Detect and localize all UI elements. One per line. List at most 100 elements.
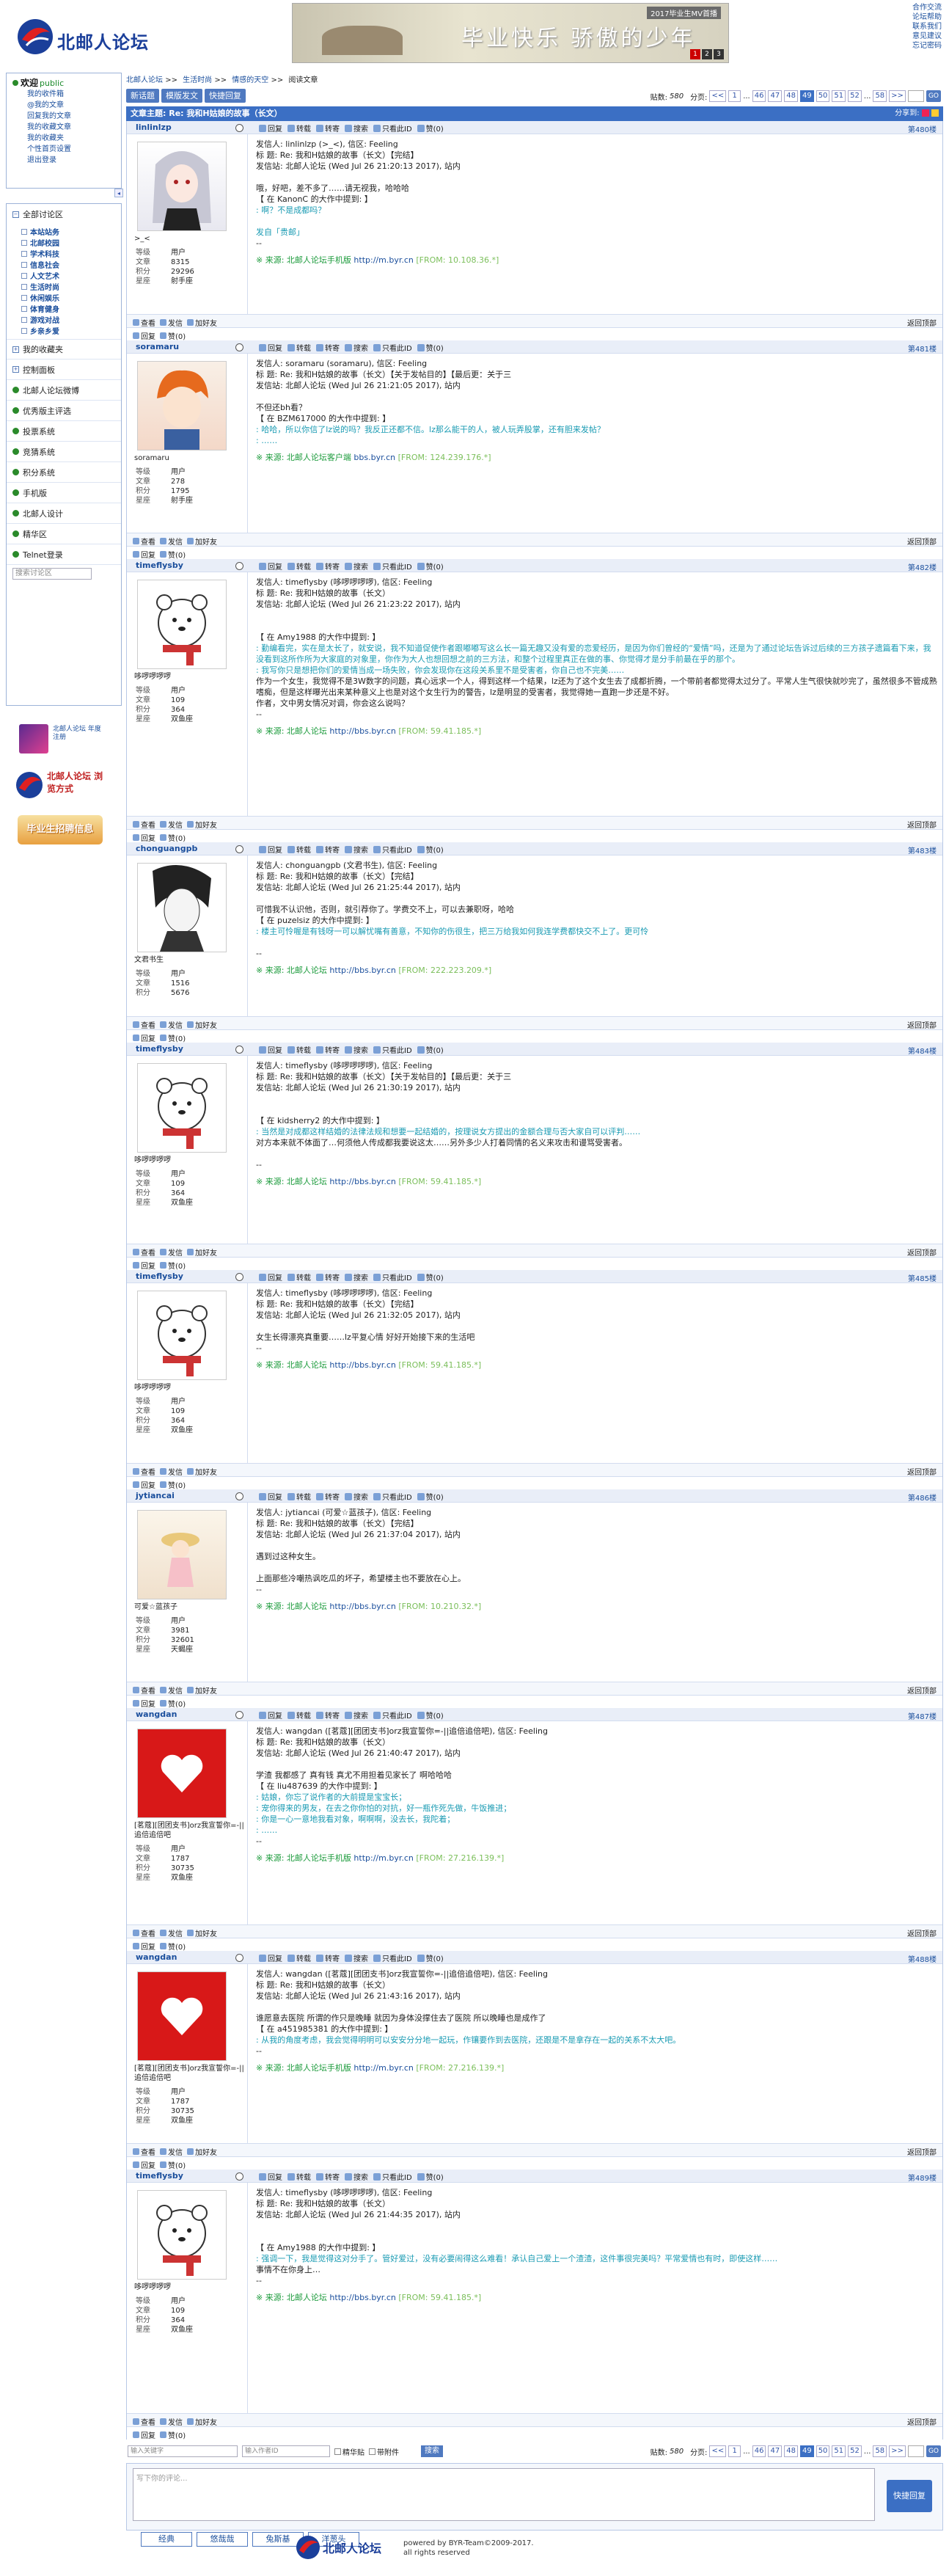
user-action-1[interactable]: 发信 [160, 1466, 183, 1477]
post-action-4[interactable]: 只看此ID [373, 2171, 412, 2182]
back-to-top-link[interactable]: 返回顶部 [907, 2146, 937, 2157]
top-link[interactable]: 联系我们 [912, 22, 942, 32]
avatar[interactable] [137, 580, 227, 669]
post-action-5[interactable]: 赞(0) [417, 1710, 444, 1721]
post-action-3[interactable]: 搜索 [345, 1952, 368, 1963]
post-author[interactable]: chonguangpb [136, 844, 197, 853]
post-action-2[interactable]: 转寄 [316, 1491, 340, 1502]
avatar[interactable] [137, 1291, 227, 1380]
post-author[interactable]: linlinlzp [136, 123, 172, 132]
source-link[interactable]: http://bbs.byr.cn [329, 1177, 395, 1186]
post-action-1[interactable]: 转载 [287, 2171, 311, 2182]
user-action-1[interactable]: 发信 [160, 536, 183, 547]
author-search-input[interactable]: 输入作者ID [242, 2445, 330, 2457]
user-action-2[interactable]: 加好友 [187, 1019, 217, 1030]
reply-button[interactable]: 回复 [133, 1941, 155, 1952]
post-action-2[interactable]: 转寄 [316, 1710, 340, 1721]
source-link[interactable]: http://bbs.byr.cn [329, 2293, 395, 2302]
post-action-5[interactable]: 赞(0) [417, 123, 444, 134]
floor-number[interactable]: 第480楼 [908, 123, 937, 134]
floor-number[interactable]: 第482楼 [908, 561, 937, 572]
sidebar-ad-jobs[interactable]: 毕业生招聘信息 [18, 815, 103, 844]
section-item[interactable]: 本站站务 [21, 226, 121, 237]
banner-page[interactable]: 1 [690, 49, 700, 59]
reply-button[interactable]: 回复 [133, 2159, 155, 2170]
page-last[interactable]: >> [889, 90, 906, 102]
page-link[interactable]: 46 [752, 2445, 766, 2457]
reply-textarea[interactable]: 写下你的评论... [133, 2468, 875, 2521]
post-action-2[interactable]: 转寄 [316, 561, 340, 572]
page-link[interactable]: 58 [873, 2445, 887, 2457]
like-button[interactable]: 赞(0) [160, 832, 186, 843]
page-link[interactable]: 48 [784, 90, 798, 102]
user-action-1[interactable]: 发信 [160, 2146, 183, 2157]
post-action-3[interactable]: 搜索 [345, 123, 368, 134]
sidebar-link[interactable]: 回复我的文章 [11, 111, 117, 122]
banner-page[interactable]: 2 [702, 49, 712, 59]
post-action-5[interactable]: 赞(0) [417, 342, 444, 353]
page-jump-input[interactable] [907, 90, 924, 102]
post-action-4[interactable]: 只看此ID [373, 123, 412, 134]
post-action-5[interactable]: 赞(0) [417, 1271, 444, 1282]
sidebar-item-digest[interactable]: 精华区 [7, 524, 121, 544]
post-action-0[interactable]: 回复 [259, 342, 282, 353]
source-link[interactable]: http://bbs.byr.cn [329, 1360, 395, 1370]
user-action-0[interactable]: 查看 [133, 819, 155, 830]
sidebar-collapse-icon[interactable]: ◂ [114, 189, 123, 197]
post-action-2[interactable]: 转寄 [316, 1044, 340, 1055]
sidebar-ad-register[interactable]: 北邮人论坛 年度注册 [19, 724, 101, 756]
user-action-1[interactable]: 发信 [160, 1927, 183, 1938]
source-link[interactable]: http://bbs.byr.cn [329, 1602, 395, 1611]
post-action-2[interactable]: 转寄 [316, 844, 340, 855]
page-link[interactable]: 52 [848, 2445, 862, 2457]
section-item[interactable]: 人文艺术 [21, 270, 121, 281]
post-author[interactable]: timeflysby [136, 2171, 183, 2181]
user-action-0[interactable]: 查看 [133, 1247, 155, 1258]
post-action-4[interactable]: 只看此ID [373, 844, 412, 855]
page-link[interactable]: 50 [816, 90, 830, 102]
tab-youzai[interactable]: 悠哉哉 [197, 2532, 248, 2547]
user-action-0[interactable]: 查看 [133, 1466, 155, 1477]
post-action-2[interactable]: 转寄 [316, 1952, 340, 1963]
sidebar-link[interactable]: 我的收藏夹 [11, 133, 117, 144]
like-button[interactable]: 赞(0) [160, 1032, 186, 1043]
tab-classic[interactable]: 经典 [141, 2532, 192, 2547]
avatar[interactable] [137, 1971, 227, 2061]
back-to-top-link[interactable]: 返回顶部 [907, 317, 937, 328]
back-to-top-link[interactable]: 返回顶部 [907, 1685, 937, 1696]
post-author[interactable]: wangdan [136, 1952, 177, 1962]
section-item[interactable]: 北邮校园 [21, 237, 121, 248]
post-action-2[interactable]: 转寄 [316, 123, 340, 134]
user-action-2[interactable]: 加好友 [187, 317, 217, 328]
page-current[interactable]: 49 [799, 90, 814, 102]
page-link[interactable]: 51 [832, 90, 846, 102]
section-item[interactable]: 游戏对战 [21, 314, 121, 325]
post-action-2[interactable]: 转寄 [316, 342, 340, 353]
page-link[interactable]: 58 [873, 90, 887, 102]
sidebar-item-design[interactable]: 北邮人设计 [7, 503, 121, 524]
sidebar-item-score[interactable]: 积分系统 [7, 462, 121, 483]
keyword-search-input[interactable]: 输入关键字 [128, 2445, 238, 2457]
user-action-2[interactable]: 加好友 [187, 1927, 217, 1938]
post-action-5[interactable]: 赞(0) [417, 561, 444, 572]
sidebar-item-all-boards[interactable]: − 全部讨论区 [7, 204, 121, 225]
post-action-1[interactable]: 转载 [287, 1491, 311, 1502]
post-action-3[interactable]: 搜索 [345, 342, 368, 353]
post-action-3[interactable]: 搜索 [345, 844, 368, 855]
back-to-top-link[interactable]: 返回顶部 [907, 536, 937, 547]
post-action-3[interactable]: 搜索 [345, 1491, 368, 1502]
floor-number[interactable]: 第487楼 [908, 1710, 937, 1721]
user-action-0[interactable]: 查看 [133, 536, 155, 547]
back-to-top-link[interactable]: 返回顶部 [907, 1247, 937, 1258]
page-current[interactable]: 49 [799, 2445, 814, 2457]
banner-ad[interactable]: 2017毕业生MV首播 毕业快乐 骄傲的少年 1 2 3 [292, 3, 729, 63]
user-action-0[interactable]: 查看 [133, 1927, 155, 1938]
reply-button[interactable]: 回复 [133, 2429, 155, 2440]
post-action-0[interactable]: 回复 [259, 1952, 282, 1963]
post-action-0[interactable]: 回复 [259, 1491, 282, 1502]
page-link[interactable]: 46 [752, 90, 766, 102]
source-link[interactable]: http://bbs.byr.cn [329, 726, 395, 736]
like-button[interactable]: 赞(0) [160, 1479, 186, 1490]
post-action-3[interactable]: 搜索 [345, 1044, 368, 1055]
page-link[interactable]: 1 [728, 2445, 741, 2457]
